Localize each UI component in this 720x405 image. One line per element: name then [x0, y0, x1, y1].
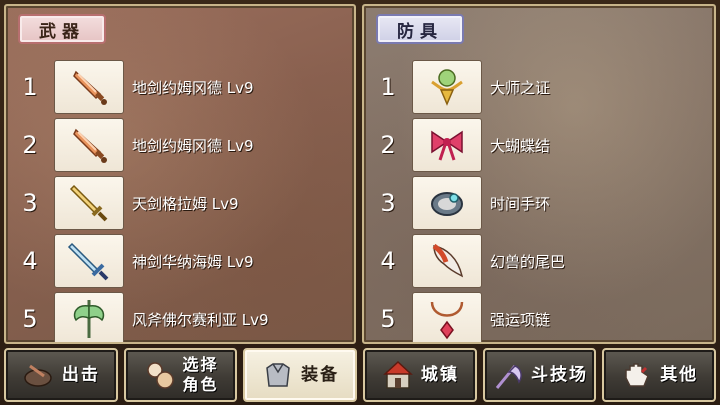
armor-slot-5[interactable]: 5 强运项链	[364, 290, 714, 342]
weapons-list: 1 地剑约姆冈德 Lv9 2 地剑约姆冈德 Lv9 3 天剑格拉姆 Lv9 4	[6, 58, 354, 342]
slot-number: 5	[380, 305, 396, 333]
slot-number: 3	[22, 189, 38, 217]
armor-tab[interactable]: 防具	[376, 14, 464, 44]
weapon-slot-5[interactable]: 5 风斧佛尔赛利亚 Lv9	[6, 290, 354, 342]
slot-number: 1	[380, 73, 396, 101]
weapons-tab[interactable]: 武器	[18, 14, 106, 44]
armor-slot-2[interactable]: 2 大蝴蝶结	[364, 116, 714, 174]
bronze-knife-icon	[54, 60, 124, 114]
master-emblem-icon	[412, 60, 482, 114]
glove-icon	[620, 358, 654, 392]
weapon-name: 天剑格拉姆 Lv9	[132, 194, 239, 213]
armor-name: 大师之证	[490, 78, 551, 97]
sortie-button[interactable]: 出击	[4, 348, 118, 402]
other-button[interactable]: 其他	[602, 348, 717, 402]
armor-panel: 防具 1 大师之证 2 大蝴蝶结 3 时间手环 4 幻兽的尾巴 5 强运项链	[362, 4, 716, 344]
weapon-name: 地剑约姆冈德 Lv9	[132, 78, 254, 97]
weapon-name: 神剑华纳海姆 Lv9	[132, 252, 254, 271]
blue-sword-icon	[54, 234, 124, 288]
cannon-icon	[22, 358, 56, 392]
golden-sword-icon	[54, 176, 124, 230]
nav-label-line1: 选择	[182, 355, 219, 374]
weapon-slot-1[interactable]: 1 地剑约姆冈德 Lv9	[6, 58, 354, 116]
weapon-slot-2[interactable]: 2 地剑约姆冈德 Lv9	[6, 116, 354, 174]
slot-number: 2	[380, 131, 396, 159]
necklace-icon	[412, 292, 482, 342]
green-axe-icon	[54, 292, 124, 342]
armor-slot-1[interactable]: 1 大师之证	[364, 58, 714, 116]
weapon-slot-3[interactable]: 3 天剑格拉姆 Lv9	[6, 174, 354, 232]
nav-label: 装备	[301, 365, 340, 385]
nav-label: 城镇	[420, 365, 459, 385]
nav-label: 出击	[61, 365, 100, 385]
slot-number: 3	[380, 189, 396, 217]
arena-button[interactable]: 斗技场	[482, 348, 597, 402]
nav-label: 其他	[660, 365, 699, 385]
weapon-name: 地剑约姆冈德 Lv9	[132, 136, 254, 155]
weapon-slot-4[interactable]: 4 神剑华纳海姆 Lv9	[6, 232, 354, 290]
castle-icon	[381, 358, 415, 392]
nav-label-line2: 角色	[182, 375, 219, 394]
bracelet-icon	[412, 176, 482, 230]
bronze-knife-icon	[54, 118, 124, 172]
armor-name: 强运项链	[490, 310, 551, 329]
slot-number: 4	[380, 247, 396, 275]
town-button[interactable]: 城镇	[363, 348, 477, 402]
armor-icon	[261, 358, 295, 392]
scythe-icon	[491, 358, 525, 392]
bottom-navigation: 出击 选择 角色 装备 城镇 斗技场 其他	[0, 346, 720, 405]
red-bow-icon	[412, 118, 482, 172]
armor-name: 大蝴蝶结	[490, 136, 551, 155]
armor-slot-4[interactable]: 4 幻兽的尾巴	[364, 232, 714, 290]
slot-number: 1	[22, 73, 38, 101]
nav-label: 选择 角色	[183, 355, 219, 395]
nav-label: 斗技场	[531, 365, 589, 385]
armor-slot-3[interactable]: 3 时间手环	[364, 174, 714, 232]
slot-number: 2	[22, 131, 38, 159]
slot-number: 5	[22, 305, 38, 333]
equipment-button[interactable]: 装备	[243, 348, 358, 402]
select-character-button[interactable]: 选择 角色	[123, 348, 238, 402]
weapon-name: 风斧佛尔赛利亚 Lv9	[132, 310, 269, 329]
slot-number: 4	[22, 247, 38, 275]
beast-tail-icon	[412, 234, 482, 288]
armor-name: 幻兽的尾巴	[490, 252, 566, 271]
armor-name: 时间手环	[490, 194, 551, 213]
armor-list: 1 大师之证 2 大蝴蝶结 3 时间手环 4 幻兽的尾巴 5 强运项链	[364, 58, 714, 342]
character-icon	[143, 358, 177, 392]
weapons-panel: 武器 1 地剑约姆冈德 Lv9 2 地剑约姆冈德 Lv9 3 天剑格拉姆 Lv9…	[4, 4, 356, 344]
